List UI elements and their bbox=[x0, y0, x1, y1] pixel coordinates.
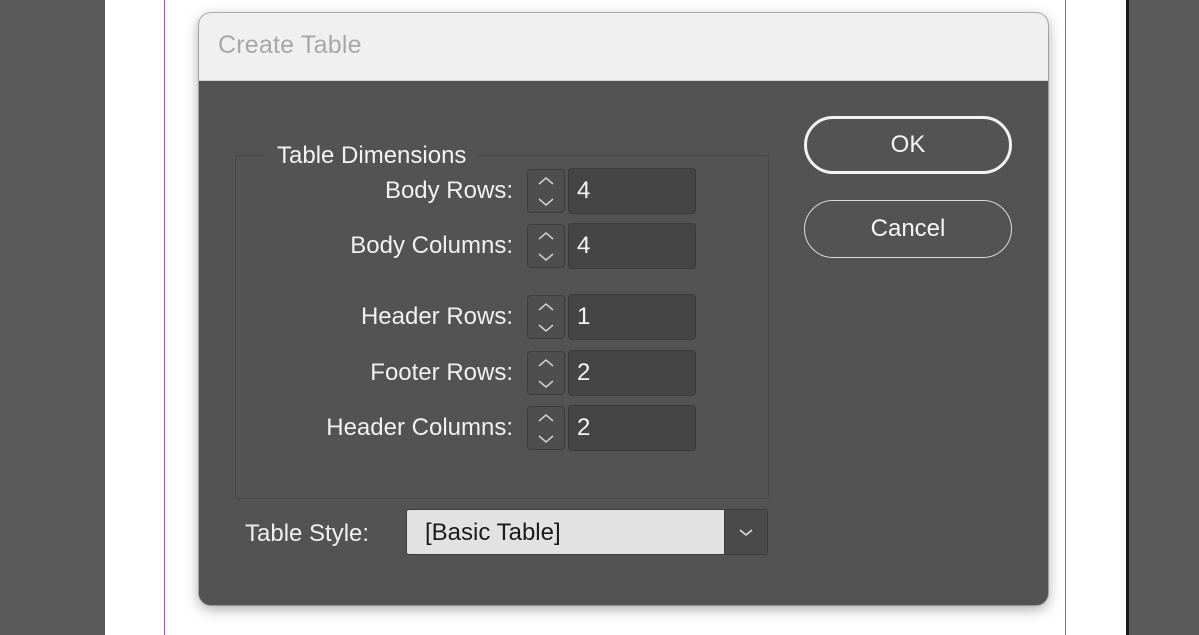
chevron-down-icon[interactable] bbox=[528, 191, 564, 212]
body-rows-input[interactable]: 4 bbox=[568, 168, 696, 214]
chevron-up-icon[interactable] bbox=[528, 170, 564, 191]
header-columns-label: Header Columns: bbox=[326, 414, 513, 441]
chevron-up-icon[interactable] bbox=[528, 407, 564, 428]
table-style-label: Table Style: bbox=[245, 520, 370, 547]
footer-rows-input[interactable]: 2 bbox=[568, 350, 696, 396]
table-style-select[interactable]: [Basic Table] bbox=[406, 509, 768, 555]
table-dimensions-title: Table Dimensions bbox=[265, 141, 479, 171]
footer-rows-stepper bbox=[527, 351, 565, 395]
footer-rows-label: Footer Rows: bbox=[370, 359, 513, 386]
chevron-down-icon[interactable] bbox=[528, 428, 564, 449]
chevron-up-icon[interactable] bbox=[528, 352, 564, 373]
ok-button[interactable]: OK bbox=[804, 116, 1012, 174]
chevron-up-icon[interactable] bbox=[528, 225, 564, 246]
footer-rows-value: 2 bbox=[577, 359, 591, 386]
body-columns-value: 4 bbox=[577, 232, 591, 259]
left-margin-guide bbox=[164, 0, 165, 635]
chevron-up-icon[interactable] bbox=[528, 296, 564, 317]
body-columns-input[interactable]: 4 bbox=[568, 223, 696, 269]
header-columns-stepper bbox=[527, 406, 565, 450]
header-rows-stepper bbox=[527, 295, 565, 339]
header-rows-label: Header Rows: bbox=[360, 303, 513, 330]
create-table-dialog: Create Table Table Dimensions Body Rows:… bbox=[199, 13, 1048, 605]
header-rows-value: 1 bbox=[577, 303, 591, 330]
dialog-body: Table Dimensions Body Rows: 4 Body Colum… bbox=[199, 81, 1048, 605]
cancel-button[interactable]: Cancel bbox=[804, 200, 1012, 258]
dialog-title: Create Table bbox=[218, 31, 362, 59]
body-columns-stepper bbox=[527, 224, 565, 268]
body-rows-stepper bbox=[527, 169, 565, 213]
chevron-down-icon[interactable] bbox=[724, 510, 767, 554]
chevron-down-icon[interactable] bbox=[528, 317, 564, 338]
header-columns-value: 2 bbox=[577, 414, 591, 441]
body-columns-label: Body Columns: bbox=[350, 232, 513, 259]
table-style-value: [Basic Table] bbox=[425, 519, 561, 546]
body-rows-value: 4 bbox=[577, 177, 591, 204]
body-rows-label: Body Rows: bbox=[384, 177, 513, 204]
page-edge bbox=[1126, 0, 1129, 635]
right-margin-guide bbox=[1065, 0, 1066, 635]
chevron-down-icon[interactable] bbox=[528, 373, 564, 394]
dialog-titlebar[interactable]: Create Table bbox=[199, 13, 1048, 81]
chevron-down-icon[interactable] bbox=[528, 246, 564, 267]
header-columns-input[interactable]: 2 bbox=[568, 405, 696, 451]
header-rows-input[interactable]: 1 bbox=[568, 294, 696, 340]
